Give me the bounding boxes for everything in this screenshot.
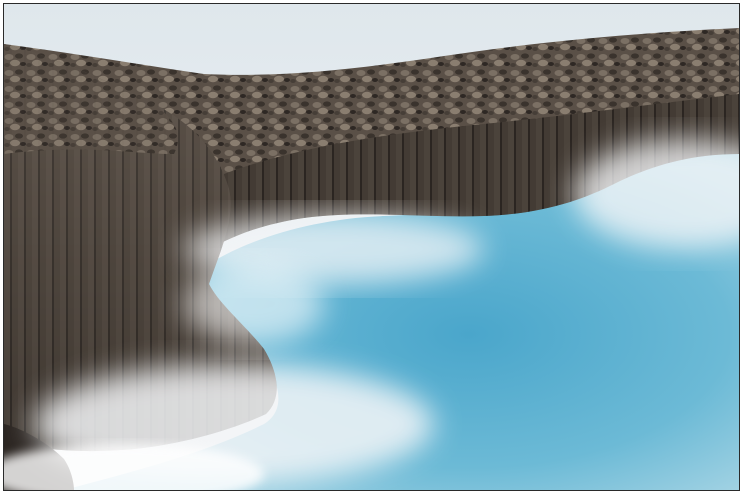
scene-svg [4,4,739,490]
photo-frame [0,0,743,494]
coastal-basalt-photo [4,4,739,490]
sea-mist-foam [184,264,324,344]
